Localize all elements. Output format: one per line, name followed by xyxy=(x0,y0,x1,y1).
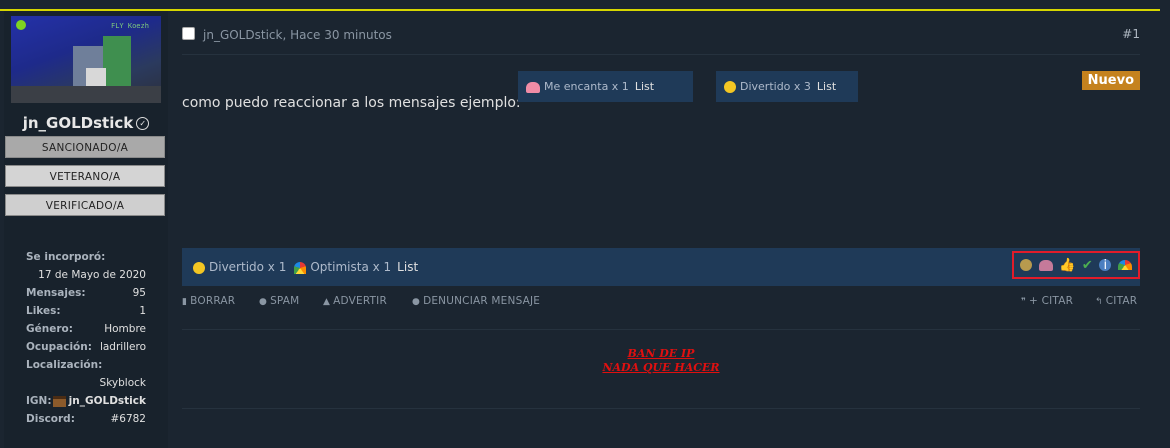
info-value: jn_GOLDstick xyxy=(52,392,146,410)
info-value: 1 xyxy=(139,305,146,317)
post-main: jn_GOLDstick, Hace 30 minutos #1 Nuevo c… xyxy=(182,11,1140,448)
badge-veterano: VETERANO/A xyxy=(5,165,165,187)
quote-icon: ❞ xyxy=(1021,297,1027,307)
reaction-label: Me encanta x 1 xyxy=(544,80,629,93)
info-value: #6782 xyxy=(110,413,146,425)
info-label: Género: xyxy=(26,323,73,335)
post-actions: ▮ BORRAR ● SPAM ▲ ADVERTIR ● DENUNCIAR MENSA… xyxy=(182,295,1140,309)
reaction-summary-item: Divertido x 1 xyxy=(209,260,287,274)
user-sidebar: FLY Koezh jn_GOLDstick ✓ SANCIONADO/A VET… xyxy=(4,11,168,448)
rainbow-icon xyxy=(294,261,307,274)
spam-icon: ● xyxy=(259,297,268,307)
trash-icon: ▮ xyxy=(182,297,188,307)
reactions-summary[interactable]: Divertido x 1 Optimista x 1 List xyxy=(193,248,418,286)
player-head-icon xyxy=(52,395,66,407)
divider xyxy=(182,54,1140,55)
avatar-banner-text: FLY Koezh xyxy=(111,22,149,30)
reactions-bar: Divertido x 1 Optimista x 1 List 👍 ✔ i xyxy=(182,248,1140,286)
info-row-occupation: Ocupación: ladrillero xyxy=(26,338,146,356)
divider xyxy=(182,408,1140,409)
signature-line: NADA QUE HACER xyxy=(602,361,720,374)
report-button[interactable]: ● DENUNCIAR MENSAJE xyxy=(412,295,540,307)
signature: BAN DE IP NADA QUE HACER xyxy=(182,347,1140,375)
laugh-emoji-icon xyxy=(724,81,736,93)
post-meta[interactable]: jn_GOLDstick, Hace 30 minutos xyxy=(203,28,392,42)
info-label: Se incorporó: xyxy=(26,251,106,263)
reaction-summary-item: Optimista x 1 xyxy=(310,260,392,274)
info-value: Skyblock xyxy=(99,377,146,389)
signature-line: BAN DE IP xyxy=(627,347,695,360)
reaction-list-link[interactable]: List xyxy=(817,80,836,93)
select-post-checkbox[interactable] xyxy=(182,27,195,40)
post-header: jn_GOLDstick, Hace 30 minutos #1 xyxy=(182,27,1140,49)
heart-icon xyxy=(526,81,540,93)
info-icon[interactable]: i xyxy=(1099,259,1112,272)
username-text[interactable]: jn_GOLDstick xyxy=(23,114,134,132)
info-label: Mensajes: xyxy=(26,287,86,299)
thumbs-up-icon[interactable]: 👍 xyxy=(1059,259,1075,272)
info-value: 95 xyxy=(132,287,146,299)
info-label: Localización: xyxy=(26,359,103,371)
user-info: Se incorporó: 17 de Mayo de 2020 Mensaje… xyxy=(26,248,146,428)
reply-icon: ↰ xyxy=(1095,297,1103,307)
warning-icon: ▲ xyxy=(323,297,331,307)
spam-button[interactable]: ● SPAM xyxy=(259,295,299,307)
post-body-text: como puedo reaccionar a los mensajes eje… xyxy=(182,95,521,111)
reaction-picker: 👍 ✔ i xyxy=(1012,251,1140,279)
info-value: ladrillero xyxy=(99,341,146,353)
laugh-emoji-icon[interactable] xyxy=(1020,259,1033,271)
multi-quote-button[interactable]: ❞ + CITAR xyxy=(1021,295,1073,307)
info-row-location-value: Skyblock xyxy=(26,374,146,392)
info-label: Discord: xyxy=(26,413,75,425)
warn-button[interactable]: ▲ ADVERTIR xyxy=(323,295,387,307)
example-reaction-love: Me encanta x 1 List xyxy=(518,71,693,102)
quote-button[interactable]: ↰ CITAR xyxy=(1095,295,1137,307)
info-label: Likes: xyxy=(26,305,61,317)
online-status-icon xyxy=(16,20,26,30)
example-reaction-funny: Divertido x 3 List xyxy=(716,71,858,102)
info-row-messages: Mensajes: 95 xyxy=(26,284,146,302)
info-value: Hombre xyxy=(104,323,146,335)
info-row-discord: Discord: #6782 xyxy=(26,410,146,428)
info-row-location: Localización: xyxy=(26,356,146,374)
report-icon: ● xyxy=(412,297,421,307)
rainbow-icon[interactable] xyxy=(1117,260,1132,270)
info-value: 17 de Mayo de 2020 xyxy=(38,269,146,281)
badge-sancionado: SANCIONADO/A xyxy=(5,136,165,158)
reactions-list-link[interactable]: List xyxy=(397,260,418,274)
new-badge: Nuevo xyxy=(1081,71,1140,90)
verified-icon: ✓ xyxy=(136,117,150,130)
delete-button[interactable]: ▮ BORRAR xyxy=(182,295,235,307)
reaction-list-link[interactable]: List xyxy=(635,80,654,93)
info-row-joined-date: 17 de Mayo de 2020 xyxy=(26,266,146,284)
reaction-label: Divertido x 3 xyxy=(740,80,811,93)
info-row-gender: Género: Hombre xyxy=(26,320,146,338)
info-label: IGN: xyxy=(26,395,52,407)
avatar[interactable]: FLY Koezh xyxy=(11,16,161,103)
username[interactable]: jn_GOLDstick ✓ xyxy=(4,114,168,132)
info-row-ign: IGN: jn_GOLDstick xyxy=(26,392,146,410)
badge-verificado: VERIFICADO/A xyxy=(5,194,165,216)
post-number[interactable]: #1 xyxy=(1122,27,1140,41)
info-label: Ocupación: xyxy=(26,341,92,353)
laugh-emoji-icon xyxy=(193,261,205,274)
ign-text: jn_GOLDstick xyxy=(68,395,146,407)
info-row-likes: Likes: 1 xyxy=(26,302,146,320)
check-icon[interactable]: ✔ xyxy=(1082,259,1093,272)
info-row-joined: Se incorporó: xyxy=(26,248,146,266)
divider xyxy=(182,329,1140,330)
heart-icon[interactable] xyxy=(1038,259,1053,271)
